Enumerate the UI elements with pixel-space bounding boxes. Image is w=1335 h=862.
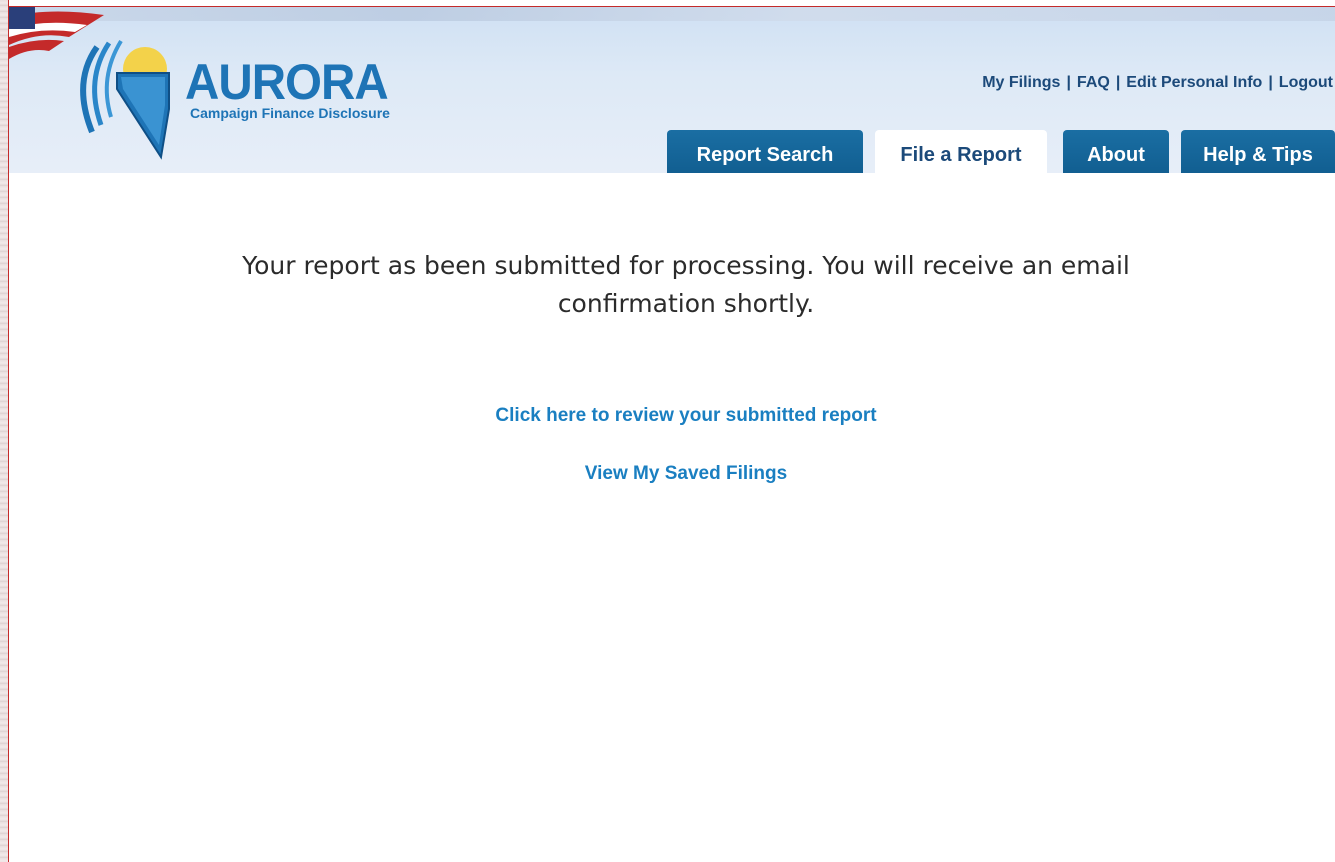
tab-report-search[interactable]: Report Search: [667, 130, 863, 173]
aurora-logo[interactable]: AURORA Campaign Finance Disclosure: [67, 27, 487, 167]
tab-help-tips[interactable]: Help & Tips: [1181, 130, 1335, 173]
site-header: AURORA Campaign Finance Disclosure My Fi…: [9, 7, 1335, 173]
tab-about[interactable]: About: [1063, 130, 1169, 173]
message-text: Your report as been submitted for proces…: [242, 251, 1130, 318]
link-separator: |: [1268, 74, 1273, 91]
faq-link[interactable]: FAQ: [1077, 74, 1110, 91]
view-saved-filings-link[interactable]: View My Saved Filings: [9, 463, 1335, 485]
submission-confirmation-message: Your report as been submitted for proces…: [9, 247, 1335, 323]
header-banner-texture: [9, 7, 1335, 21]
link-separator: |: [1066, 74, 1071, 91]
logout-link[interactable]: Logout: [1279, 74, 1333, 91]
review-submitted-report-link[interactable]: Click here to review your submitted repo…: [9, 405, 1335, 427]
tab-file-a-report[interactable]: File a Report: [875, 130, 1047, 173]
main-content: Your report as been submitted for proces…: [9, 173, 1335, 862]
link-separator: |: [1115, 74, 1121, 91]
edit-personal-info-link[interactable]: Edit Personal Info: [1126, 74, 1262, 91]
logo-wordmark: AURORA: [185, 54, 389, 110]
logo-subtitle: Campaign Finance Disclosure: [190, 105, 390, 121]
aurora-emblem-icon: [80, 39, 170, 160]
my-filings-link[interactable]: My Filings: [982, 74, 1060, 91]
account-links: My Filings | FAQ | Edit Personal Info | Logout: [982, 74, 1333, 92]
